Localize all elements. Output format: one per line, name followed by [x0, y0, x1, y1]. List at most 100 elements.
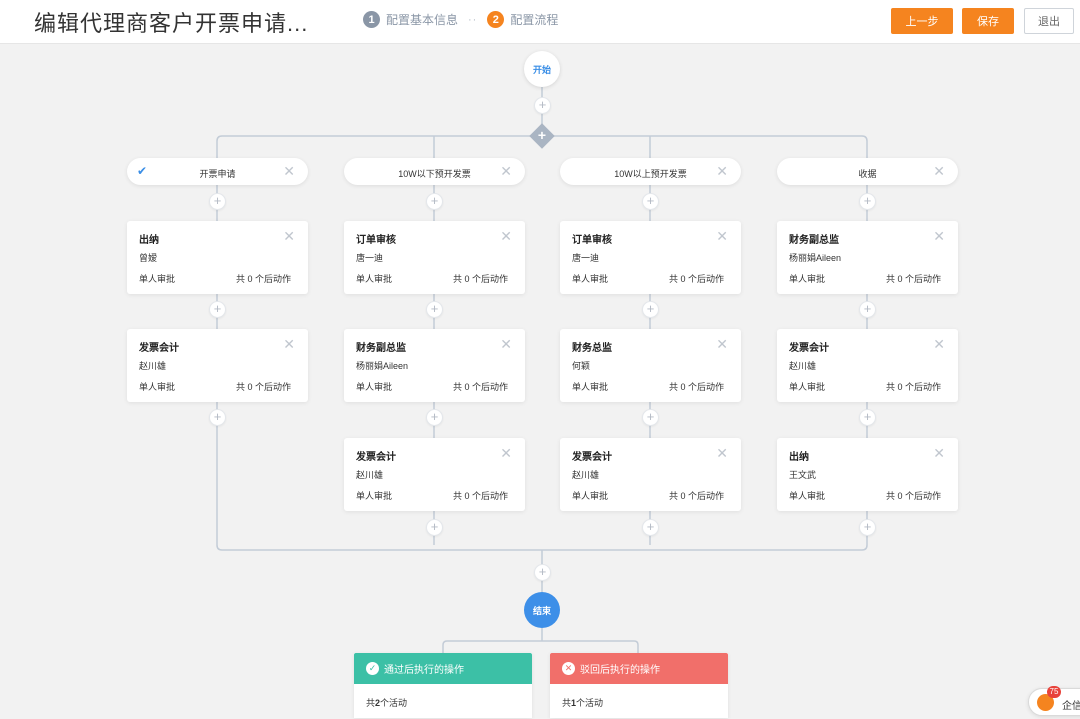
- node-post-actions: 共 0 个后动作: [235, 274, 291, 284]
- branch-label: 开票申请: [199, 169, 236, 179]
- close-icon[interactable]: ✕: [933, 163, 945, 180]
- approval-node-card[interactable]: 订单审核 ✕ 唐一迪 单人审批 共 0 个后动作: [344, 221, 525, 294]
- close-icon[interactable]: ✕: [716, 336, 728, 353]
- branch-label: 10W以下预开发票: [398, 169, 471, 179]
- node-approval-type: 单人审批: [139, 274, 176, 284]
- on-approve-actions-card[interactable]: ✓ 通过后执行的操作 共2个活动: [354, 653, 532, 718]
- add-node-button[interactable]: +: [534, 564, 551, 581]
- result-body: 共2个活动: [354, 684, 532, 709]
- node-title: 财务总监: [572, 343, 612, 354]
- approval-node-card[interactable]: 发票会计 ✕ 赵川雄 单人审批 共 0 个后动作: [127, 329, 308, 402]
- approval-node-card[interactable]: 财务副总监 ✕ 杨丽娟Aileen 单人审批 共 0 个后动作: [777, 221, 958, 294]
- branch-label: 收据: [858, 169, 877, 179]
- node-title: 发票会计: [356, 452, 396, 463]
- node-approver: 赵川雄: [572, 470, 600, 480]
- node-title: 出纳: [789, 452, 809, 463]
- close-icon[interactable]: ✕: [283, 163, 295, 180]
- add-node-button[interactable]: +: [426, 193, 443, 210]
- add-node-button[interactable]: +: [859, 193, 876, 210]
- add-node-button[interactable]: +: [426, 301, 443, 318]
- flow-start-node[interactable]: 开始: [524, 51, 560, 87]
- node-post-actions: 共 0 个后动作: [885, 382, 941, 392]
- node-approver: 杨丽娟Aileen: [789, 253, 842, 263]
- add-node-button[interactable]: +: [426, 409, 443, 426]
- approval-node-card[interactable]: 财务总监 ✕ 何颖 单人审批 共 0 个后动作: [560, 329, 741, 402]
- node-approval-type: 单人审批: [789, 382, 826, 392]
- approval-node-card[interactable]: 发票会计 ✕ 赵川雄 单人审批 共 0 个后动作: [777, 329, 958, 402]
- add-node-button[interactable]: +: [859, 301, 876, 318]
- chat-widget-label: 企信: [1062, 701, 1080, 712]
- close-icon[interactable]: ✕: [716, 445, 728, 462]
- add-node-button[interactable]: +: [209, 409, 226, 426]
- result-header: ✕ 驳回后执行的操作: [550, 653, 728, 684]
- close-icon[interactable]: ✕: [716, 228, 728, 245]
- node-approval-type: 单人审批: [356, 491, 393, 501]
- approval-node-card[interactable]: 出纳 ✕ 曾嫒 单人审批 共 0 个后动作: [127, 221, 308, 294]
- node-post-actions: 共 0 个后动作: [668, 382, 724, 392]
- close-icon[interactable]: ✕: [933, 445, 945, 462]
- result-body: 共1个活动: [550, 684, 728, 709]
- close-icon[interactable]: ✕: [716, 163, 728, 180]
- add-node-button[interactable]: +: [642, 301, 659, 318]
- add-node-button[interactable]: +: [859, 519, 876, 536]
- node-title: 出纳: [139, 235, 159, 246]
- on-reject-actions-card[interactable]: ✕ 驳回后执行的操作 共1个活动: [550, 653, 728, 718]
- approval-node-card[interactable]: 发票会计 ✕ 赵川雄 单人审批 共 0 个后动作: [560, 438, 741, 511]
- node-approver: 曾嫒: [139, 253, 158, 263]
- count-prefix: 共: [366, 698, 376, 708]
- check-circle-icon: ✓: [366, 662, 379, 675]
- branch-condition-receipt[interactable]: 收据 ✕: [777, 158, 958, 185]
- node-approval-type: 单人审批: [789, 491, 826, 501]
- flow-end-node[interactable]: 结束: [524, 592, 560, 628]
- add-node-button[interactable]: +: [859, 409, 876, 426]
- approval-node-card[interactable]: 发票会计 ✕ 赵川雄 单人审批 共 0 个后动作: [344, 438, 525, 511]
- node-approver: 赵川雄: [356, 470, 384, 480]
- branch-condition-over-10w[interactable]: 10W以上预开发票 ✕: [560, 158, 741, 185]
- add-node-button[interactable]: +: [209, 301, 226, 318]
- add-node-button[interactable]: +: [534, 97, 551, 114]
- node-title: 财务副总监: [356, 343, 406, 354]
- node-approver: 唐一迪: [572, 253, 600, 263]
- count-prefix: 共: [562, 698, 572, 708]
- branch-label: 10W以上预开发票: [614, 169, 687, 179]
- node-post-actions: 共 0 个后动作: [668, 274, 724, 284]
- node-approver: 赵川雄: [139, 361, 167, 371]
- node-approver: 赵川雄: [789, 361, 817, 371]
- add-node-button[interactable]: +: [426, 519, 443, 536]
- close-icon[interactable]: ✕: [500, 228, 512, 245]
- count-suffix: 个活动: [576, 698, 604, 708]
- node-approval-type: 单人审批: [572, 382, 609, 392]
- approval-node-card[interactable]: 出纳 ✕ 王文武 单人审批 共 0 个后动作: [777, 438, 958, 511]
- node-post-actions: 共 0 个后动作: [885, 491, 941, 501]
- close-icon[interactable]: ✕: [500, 445, 512, 462]
- node-title: 发票会计: [139, 343, 179, 354]
- close-icon[interactable]: ✕: [933, 228, 945, 245]
- close-icon[interactable]: ✕: [283, 336, 295, 353]
- branch-condition-under-10w[interactable]: 10W以下预开发票 ✕: [344, 158, 525, 185]
- branch-condition-invoice-apply[interactable]: ✔ 开票申请 ✕: [127, 158, 308, 185]
- node-post-actions: 共 0 个后动作: [668, 491, 724, 501]
- approval-node-card[interactable]: 订单审核 ✕ 唐一迪 单人审批 共 0 个后动作: [560, 221, 741, 294]
- add-node-button[interactable]: +: [642, 193, 659, 210]
- close-circle-icon: ✕: [562, 662, 575, 675]
- add-node-button[interactable]: +: [642, 409, 659, 426]
- node-approval-type: 单人审批: [572, 274, 609, 284]
- node-title: 订单审核: [572, 235, 612, 246]
- add-branch-icon[interactable]: +: [533, 127, 551, 145]
- close-icon[interactable]: ✕: [933, 336, 945, 353]
- node-post-actions: 共 0 个后动作: [452, 274, 508, 284]
- close-icon[interactable]: ✕: [283, 228, 295, 245]
- chat-widget[interactable]: 75 企信: [1028, 686, 1080, 716]
- result-title: 驳回后执行的操作: [580, 665, 660, 676]
- node-approver: 何颖: [572, 361, 591, 371]
- approval-node-card[interactable]: 财务副总监 ✕ 杨丽娟Aileen 单人审批 共 0 个后动作: [344, 329, 525, 402]
- add-node-button[interactable]: +: [209, 193, 226, 210]
- add-node-button[interactable]: +: [642, 519, 659, 536]
- close-icon[interactable]: ✕: [500, 163, 512, 180]
- close-icon[interactable]: ✕: [500, 336, 512, 353]
- node-approval-type: 单人审批: [139, 382, 176, 392]
- node-approval-type: 单人审批: [789, 274, 826, 284]
- unread-badge: 75: [1047, 686, 1061, 698]
- node-post-actions: 共 0 个后动作: [235, 382, 291, 392]
- node-approval-type: 单人审批: [356, 274, 393, 284]
